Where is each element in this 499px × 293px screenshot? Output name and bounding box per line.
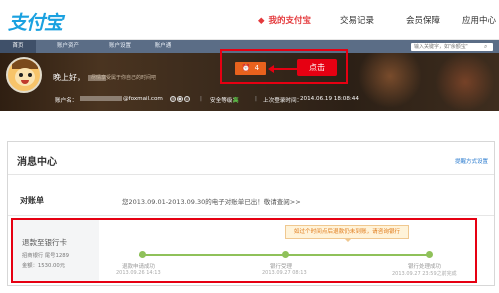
account-label: 账户名： bbox=[55, 98, 78, 104]
avatar[interactable] bbox=[6, 57, 42, 93]
row-divider bbox=[8, 215, 494, 216]
statement-link[interactable]: 您2013.09.01-2013.09.30的电子对账单已出！敬请查阅>> bbox=[122, 196, 301, 206]
nav-my-alipay[interactable]: ◆ 我的支付宝 bbox=[258, 14, 311, 26]
message-count-button[interactable]: ⏰ 4 bbox=[235, 62, 266, 75]
top-header: 支付宝 ◆ 我的支付宝 交易记录 会员保障 应用中心 bbox=[0, 0, 499, 40]
tab-account-settings[interactable]: 账户设置 bbox=[100, 40, 140, 53]
nav-trade-records[interactable]: 交易记录 bbox=[340, 14, 374, 26]
tab-account-assets[interactable]: 账户资产 bbox=[50, 40, 86, 53]
banner-light bbox=[430, 53, 499, 111]
security-level-value: 高 bbox=[233, 98, 239, 104]
search-input[interactable] bbox=[411, 43, 493, 51]
avatar-eye bbox=[28, 73, 32, 77]
id-icon[interactable]: ☺ bbox=[184, 96, 190, 102]
divider: | bbox=[255, 96, 257, 102]
annotation-highlight-box bbox=[11, 218, 477, 283]
message-count: 4 bbox=[254, 64, 260, 72]
annotation-click-label: 点击 bbox=[297, 59, 337, 76]
account-suffix: @foxmail.com bbox=[123, 96, 163, 102]
greeting-tip: 尽情享受属于你自己的时间吧 bbox=[91, 75, 157, 81]
nav-my-alipay-label: 我的支付宝 bbox=[268, 16, 312, 26]
phone-icon[interactable]: ● bbox=[177, 96, 183, 102]
account-icons: @ ● ☺ bbox=[170, 96, 191, 102]
avatar-eye bbox=[19, 73, 23, 77]
nav-member-protection[interactable]: 会员保障 bbox=[406, 14, 440, 26]
alarm-clock-icon: ⏰ bbox=[241, 64, 251, 72]
reminder-settings-link[interactable]: 提醒方式设置 bbox=[455, 157, 488, 165]
annotation-arrow-head bbox=[268, 65, 274, 73]
last-login-label: 上次登录时间： bbox=[263, 98, 303, 104]
tab-account-link[interactable]: 账户通 bbox=[148, 40, 178, 53]
masked-account bbox=[79, 96, 123, 102]
last-login-value: 2014.06.19 18:08:44 bbox=[300, 96, 359, 102]
annotation-arrow bbox=[271, 68, 297, 70]
banner-light bbox=[350, 53, 430, 111]
nav-app-center[interactable]: 应用中心 bbox=[462, 14, 496, 26]
active-dot-icon: ◆ bbox=[258, 16, 265, 26]
divider: | bbox=[200, 96, 202, 102]
page-title: 消息中心 bbox=[17, 157, 57, 168]
email-icon[interactable]: @ bbox=[170, 96, 176, 102]
alipay-logo[interactable]: 支付宝 bbox=[8, 8, 63, 35]
account-mask bbox=[80, 96, 122, 101]
card-header: 消息中心 提醒方式设置 bbox=[8, 142, 494, 175]
statement-label: 对账单 bbox=[20, 196, 44, 205]
search-icon[interactable]: ⌕ bbox=[484, 43, 491, 50]
tab-home[interactable]: 首页 bbox=[0, 40, 36, 53]
greeting-text: 晚上好， bbox=[53, 73, 85, 82]
